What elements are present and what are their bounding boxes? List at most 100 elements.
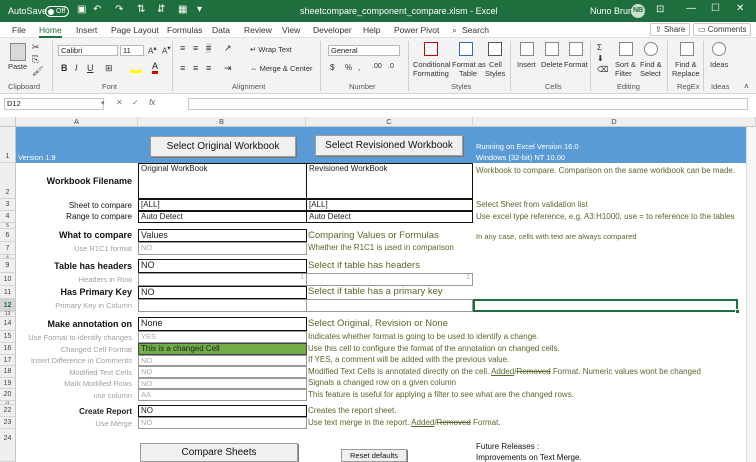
compare-sheets-button[interactable]: Compare Sheets <box>140 443 298 462</box>
format-as-table-button[interactable]: Format as <box>452 60 486 69</box>
fx-label[interactable]: fx <box>149 98 155 107</box>
calculator-icon[interactable]: ▦ <box>178 4 187 15</box>
formula-input[interactable] <box>188 98 748 110</box>
sort-filter-icon[interactable] <box>619 42 633 56</box>
active-cell-d12[interactable] <box>473 299 738 312</box>
insert-cells-button[interactable]: Insert <box>517 60 536 69</box>
cancel-icon[interactable]: ✕ <box>116 98 123 107</box>
align-right-icon[interactable]: ≡ <box>206 63 211 73</box>
increase-decimal-icon[interactable]: .00 <box>372 63 382 70</box>
annotation-select[interactable]: None <box>138 317 307 331</box>
insert-cells-icon[interactable] <box>520 42 534 56</box>
row-header[interactable]: 11 <box>0 286 16 299</box>
reset-defaults-button[interactable]: Reset defaults <box>341 449 407 462</box>
avatar[interactable]: NB <box>631 4 645 18</box>
table-headers-select[interactable]: NO <box>138 259 307 273</box>
vertical-scrollbar[interactable] <box>746 127 756 462</box>
range-original-field[interactable]: Auto Detect <box>138 211 307 223</box>
fill-color-icon[interactable] <box>130 63 142 73</box>
format-painter-icon[interactable]: 🖌 <box>32 66 43 77</box>
minimize-icon[interactable]: — <box>686 3 696 14</box>
tab-review[interactable]: Review <box>244 25 272 35</box>
decrease-font-icon[interactable]: A▾ <box>162 44 171 56</box>
borders-icon[interactable]: ⊞ <box>105 63 113 74</box>
tab-page-layout[interactable]: Page Layout <box>111 25 159 35</box>
use-merge-select[interactable]: NO <box>138 417 307 429</box>
autosum-icon[interactable]: Σ <box>597 43 602 52</box>
format-cells-button[interactable]: Format <box>564 60 588 69</box>
bold-icon[interactable]: B <box>61 63 68 73</box>
tab-data[interactable]: Data <box>212 25 230 35</box>
primary-key-select[interactable]: NO <box>138 286 307 299</box>
row-header[interactable]: 2 <box>0 163 16 199</box>
align-left-icon[interactable]: ≡ <box>180 63 185 73</box>
row-header[interactable]: 19 <box>0 378 16 389</box>
find-replace-icon[interactable] <box>680 42 694 56</box>
row-header[interactable]: 23 <box>0 417 16 429</box>
tab-insert[interactable]: Insert <box>76 25 97 35</box>
wrap-text-button[interactable]: ↵ Wrap Text <box>250 45 292 54</box>
row-header[interactable]: 15 <box>0 331 16 343</box>
font-size-select[interactable]: 11 <box>120 45 144 56</box>
sort-descending-icon[interactable]: ⇵ <box>157 4 165 15</box>
row-header[interactable]: 1 <box>0 127 16 163</box>
redo-icon[interactable]: ↷ <box>115 4 123 15</box>
increase-font-icon[interactable]: A▴ <box>148 44 157 56</box>
sort-filter-button[interactable]: Sort & <box>615 60 636 69</box>
select-all-corner[interactable] <box>0 117 16 127</box>
tab-help[interactable]: Help <box>363 25 380 35</box>
number-format-select[interactable]: General <box>328 45 400 56</box>
search-icon[interactable]: ⌕ <box>452 25 457 36</box>
row-header[interactable]: 24 <box>0 429 16 462</box>
fill-handle[interactable] <box>735 309 740 314</box>
indent-icon[interactable]: ⇥ <box>224 63 232 74</box>
mark-rows-select[interactable]: NO <box>138 378 307 389</box>
align-middle-icon[interactable]: ≡ <box>193 43 198 53</box>
headers-row-original[interactable]: 1 <box>138 273 307 286</box>
select-original-workbook-button[interactable]: Select Original Workbook <box>150 136 296 157</box>
collapse-ribbon-icon[interactable]: ˄ <box>744 82 749 91</box>
align-top-icon[interactable]: ≡ <box>180 43 185 53</box>
primary-key-column-original[interactable] <box>138 299 307 312</box>
align-bottom-icon[interactable]: ≡ <box>206 43 212 53</box>
ideas-icon[interactable] <box>712 42 726 56</box>
changed-format-sample[interactable]: This is a changed Cell <box>138 343 307 355</box>
row-header[interactable]: 3 <box>0 199 16 211</box>
tab-view[interactable]: View <box>282 25 300 35</box>
select-revised-workbook-button[interactable]: Select Revisioned Workbook <box>315 135 463 156</box>
r1c1-select[interactable]: NO <box>138 242 307 255</box>
row-header[interactable]: 10 <box>0 273 16 286</box>
clear-icon[interactable]: ⌫ <box>597 65 608 74</box>
revised-workbook-field[interactable]: Revisioned WorkBook <box>306 163 473 199</box>
search-label[interactable]: Search <box>462 25 489 35</box>
tab-developer[interactable]: Developer <box>313 25 352 35</box>
modified-text-select[interactable]: NO <box>138 366 307 378</box>
use-format-select[interactable]: YES <box>138 331 307 343</box>
tab-home[interactable]: Home <box>39 25 62 38</box>
font-color-icon[interactable]: A <box>152 62 159 74</box>
create-report-select[interactable]: NO <box>138 405 307 417</box>
find-replace-button[interactable]: Find & <box>675 60 697 69</box>
find-select-icon[interactable] <box>644 42 658 56</box>
paste-button[interactable]: Paste <box>8 62 27 71</box>
cut-icon[interactable]: ✂ <box>32 42 40 53</box>
column-header[interactable]: D <box>473 117 756 127</box>
row-header[interactable]: 22 <box>0 405 16 417</box>
user-name[interactable]: Nuno Brum <box>590 6 636 16</box>
customize-qat-icon[interactable]: ▾ <box>197 4 202 15</box>
currency-icon[interactable]: $ <box>330 63 334 72</box>
row-header[interactable]: 9 <box>0 259 16 273</box>
ribbon-display-icon[interactable]: ⊡ <box>656 4 664 15</box>
delete-cells-button[interactable]: Delete <box>541 60 563 69</box>
sheet-revised-select[interactable]: [ALL] <box>306 199 473 211</box>
row-header[interactable]: 18 <box>0 366 16 378</box>
decrease-decimal-icon[interactable]: .0 <box>388 63 394 70</box>
tab-file[interactable]: File <box>12 25 26 35</box>
orientation-icon[interactable]: ↗ <box>224 43 232 54</box>
align-center-icon[interactable]: ≡ <box>193 63 198 73</box>
share-button[interactable]: ⇪ Share <box>650 23 691 36</box>
conditional-formatting-button[interactable]: Conditional <box>413 60 451 69</box>
copy-icon[interactable]: ⎘ <box>32 54 39 65</box>
format-cells-icon[interactable] <box>569 42 583 56</box>
find-select-button[interactable]: Find & <box>640 60 662 69</box>
